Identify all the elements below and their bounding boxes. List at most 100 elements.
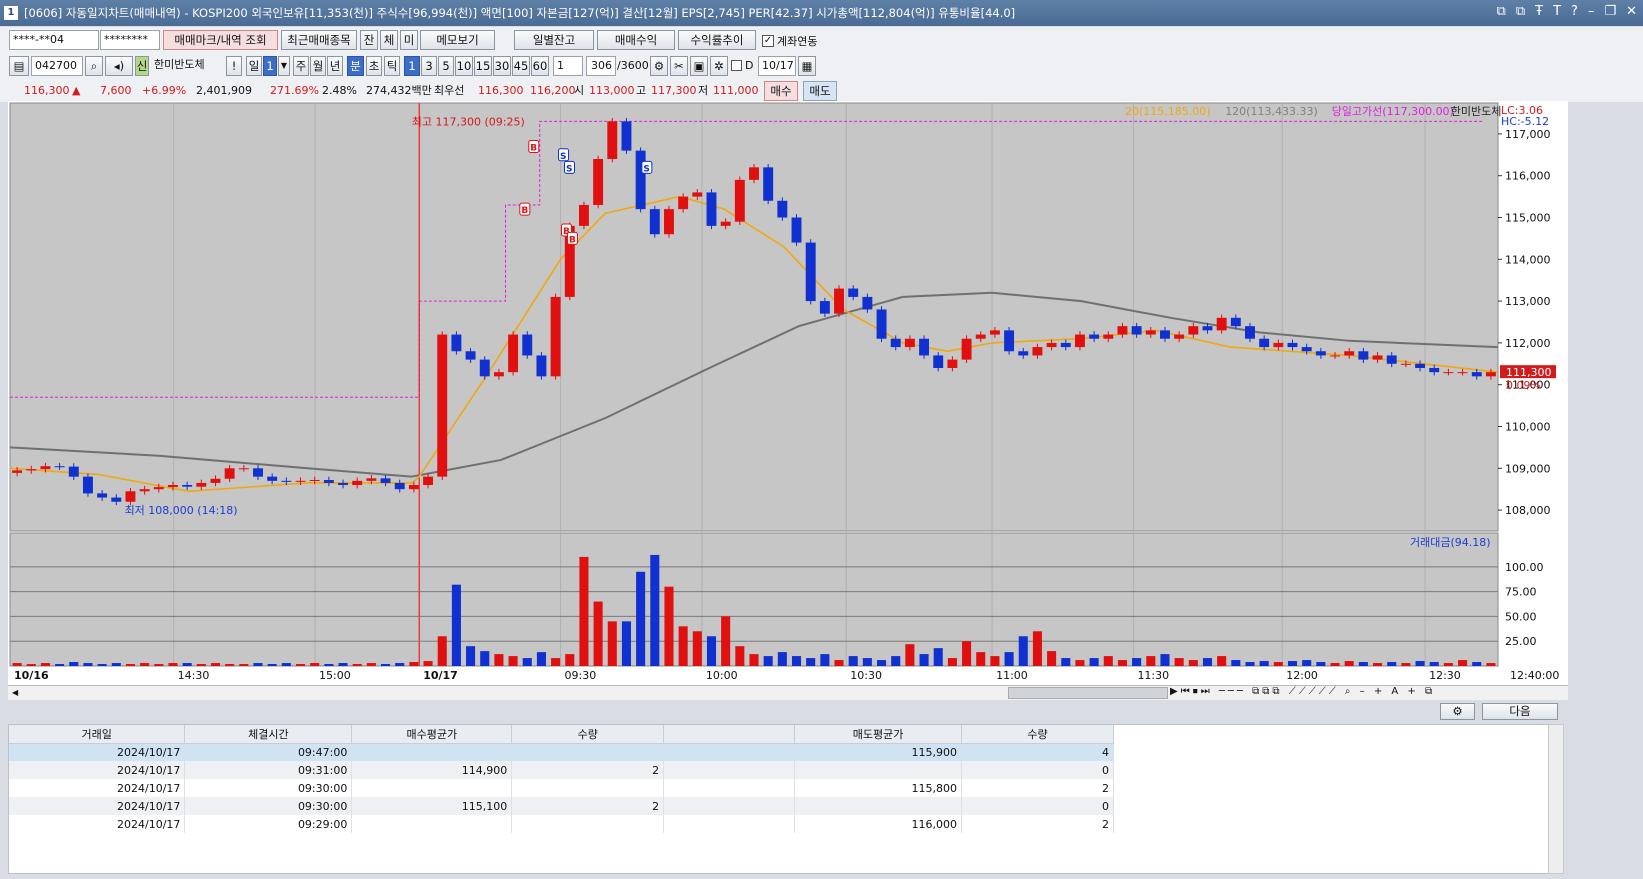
chart-scrollbar[interactable]: ◀ ▶⏮⏹⏭ ─── ⧉⧉⧉ ⟋⟋⟋⟋⟋ ⌕ – + A + ⧉ <box>8 685 1568 700</box>
search-icon[interactable]: ⌕ <box>85 56 103 76</box>
stock-code-input[interactable]: 042700 <box>31 56 83 76</box>
candle-body <box>1230 317 1241 327</box>
unfilled-button[interactable]: 미 <box>400 30 418 50</box>
candle-body <box>933 355 944 368</box>
candle-body <box>224 468 235 479</box>
period-minute-button[interactable]: 분 <box>347 56 364 76</box>
scroll-thumb[interactable] <box>1008 687 1168 699</box>
daily-balance-button[interactable]: 일별잔고 <box>514 30 594 50</box>
buy-button[interactable]: 매수 <box>764 81 798 101</box>
calendar-icon[interactable]: ▦ <box>798 56 816 76</box>
password-field[interactable]: ******** <box>100 30 160 50</box>
y-tick-label: 115,000 <box>1505 212 1551 225</box>
alert-button[interactable]: ! <box>226 56 242 76</box>
balance-button[interactable]: 잔 <box>360 30 378 50</box>
tools-icon[interactable]: ✂ <box>670 56 688 76</box>
date-input[interactable]: 10/17 <box>758 56 796 76</box>
minute-opt-5[interactable]: 5 <box>438 56 454 76</box>
table-row[interactable]: 2024/10/17 09:29:00 116,000 2 <box>9 815 1114 833</box>
chevron-down-icon[interactable]: ▼ <box>278 56 290 76</box>
up-arrow-icon: ▲ <box>72 84 81 97</box>
col-exec-time[interactable]: 체결시간 <box>184 725 353 744</box>
return-trend-button[interactable]: 수익률추이 <box>678 30 756 50</box>
pin-icon[interactable]: Ŧ <box>1535 4 1543 19</box>
close-icon[interactable]: ✕ <box>1626 4 1637 19</box>
minute-opt-45[interactable]: 45 <box>512 56 530 76</box>
popout-icon[interactable]: ⧉ <box>1516 4 1525 19</box>
period-second-button[interactable]: 초 <box>366 56 382 76</box>
pattern-icon[interactable]: ⚙ <box>650 56 668 76</box>
period-week-button[interactable]: 주 <box>293 56 309 76</box>
memo-button[interactable]: 메모보기 <box>420 30 495 50</box>
sound-icon[interactable]: ◂) <box>105 56 133 76</box>
candle-body <box>1400 363 1411 365</box>
multiplier-select[interactable]: 1 <box>553 56 583 76</box>
candle-body <box>1117 326 1128 335</box>
trade-profit-button[interactable]: 매매수익 <box>597 30 675 50</box>
col-sell-qty[interactable]: 수량 <box>961 725 1114 744</box>
date-checkbox[interactable] <box>731 60 742 71</box>
period-year-button[interactable]: 년 <box>327 56 343 76</box>
gear-icon[interactable]: ✲ <box>710 56 728 76</box>
scroll-left-icon[interactable]: ◀ <box>12 688 22 698</box>
minute-opt-10[interactable]: 10 <box>455 56 473 76</box>
cell-sell-qty: 0 <box>961 761 1114 779</box>
candle-body <box>904 338 915 348</box>
chart-area[interactable]: 10/16 14:30 15:00 10/17 09:30 10:00 10:30 11:00… <box>8 101 1568 685</box>
minimize-icon[interactable]: – <box>1588 4 1595 19</box>
candle-body <box>267 476 278 481</box>
volume-bar <box>791 656 802 666</box>
grid-settings-button[interactable]: ⚙ <box>1440 703 1475 720</box>
recent-trades-button[interactable]: 최근매매종목 <box>281 30 357 50</box>
table-row[interactable]: 2024/10/17 09:30:00 115,100 2 0 <box>9 797 1114 815</box>
volume-bar <box>763 656 773 666</box>
marks-query-button[interactable]: 매매마크/내역 조회 <box>163 30 278 50</box>
help-icon[interactable]: ? <box>1571 4 1578 19</box>
minute-opt-1[interactable]: 1 <box>404 56 420 76</box>
volume-bar <box>508 656 518 666</box>
x-tick-label: 15:00 <box>319 669 351 682</box>
col-buy-avg[interactable]: 매수평균가 <box>351 725 513 744</box>
period-month-button[interactable]: 월 <box>310 56 326 76</box>
volume-bar <box>933 648 943 666</box>
filled-button[interactable]: 체 <box>380 30 398 50</box>
period-tick-button[interactable]: 틱 <box>384 56 400 76</box>
checkbox-icon[interactable]: ✓ <box>762 35 774 47</box>
font-icon[interactable]: T <box>1553 4 1561 19</box>
bar-count-input[interactable]: 306 <box>586 56 616 76</box>
table-row[interactable]: 2024/10/17 09:31:00 114,900 2 0 <box>9 761 1114 779</box>
account-link-toggle[interactable]: ✓ 계좌연동 <box>762 33 817 49</box>
price-change: 7,600 <box>100 84 132 97</box>
minute-opt-30[interactable]: 30 <box>493 56 511 76</box>
open-price: 113,000 <box>589 84 635 97</box>
minute-opt-60[interactable]: 60 <box>531 56 549 76</box>
grid-vertical-scrollbar[interactable] <box>1548 724 1564 874</box>
day-count-input[interactable]: 1 <box>263 56 277 76</box>
col-sell-avg[interactable]: 매도평균가 <box>794 725 963 744</box>
x-tick-label: 10/16 <box>14 669 49 682</box>
candle-body <box>1273 342 1284 348</box>
low-label: 저 <box>698 84 709 97</box>
table-row[interactable]: 2024/10/17 09:30:00 115,800 2 <box>9 779 1114 797</box>
cell-buy-avg <box>351 779 513 797</box>
chart-tools-strip[interactable]: ▶⏮⏹⏭ ─── ⧉⧉⧉ ⟋⟋⟋⟋⟋ ⌕ – + A + ⧉ <box>1170 686 1435 697</box>
account-select[interactable]: ****-**04 <box>9 30 99 50</box>
title-bar: 1 [0606] 자동일지차트(매매내역) - KOSPI200 외국인보유[1… <box>0 0 1643 26</box>
x-tick-label: 11:30 <box>1137 669 1169 682</box>
volume-bar <box>310 663 320 666</box>
col-trade-date[interactable]: 거래일 <box>9 725 186 744</box>
minute-opt-3[interactable]: 3 <box>421 56 437 76</box>
period-day-button[interactable]: 일 <box>246 56 262 76</box>
candle-body <box>777 200 788 218</box>
table-row[interactable]: 2024/10/17 09:47:00 115,900 4 <box>9 743 1114 761</box>
maximize-icon[interactable]: ❐ <box>1604 4 1616 19</box>
next-button[interactable]: 다음 <box>1482 703 1558 720</box>
minute-opt-15[interactable]: 15 <box>474 56 492 76</box>
sell-button[interactable]: 매도 <box>803 81 837 101</box>
price-chart[interactable]: 10/16 14:30 15:00 10/17 09:30 10:00 10:30 11:00… <box>8 101 1568 685</box>
layout-icon[interactable]: ▤ <box>9 56 29 76</box>
volume-bar <box>990 656 1000 666</box>
link-icon[interactable]: ⧉ <box>1497 4 1506 19</box>
col-buy-qty[interactable]: 수량 <box>511 725 665 744</box>
save-icon[interactable]: ▣ <box>690 56 708 76</box>
